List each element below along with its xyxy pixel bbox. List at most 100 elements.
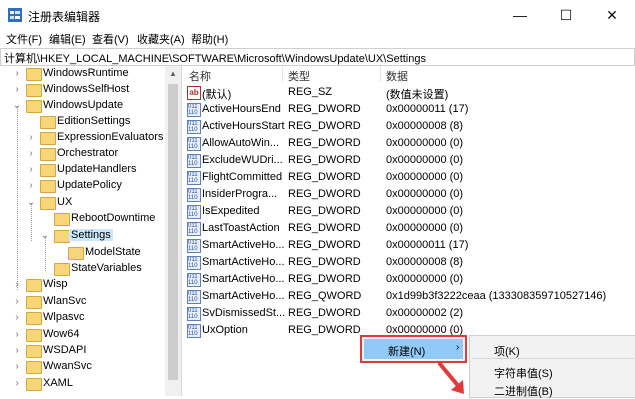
- chevron-right-icon[interactable]: ›: [12, 294, 22, 310]
- chevron-right-icon[interactable]: ›: [26, 130, 36, 146]
- tree-item-statevariables[interactable]: StateVariables: [0, 261, 165, 277]
- menu-edit[interactable]: 编辑(E): [49, 31, 86, 47]
- string-value-icon: ab: [187, 86, 201, 100]
- chevron-right-icon[interactable]: ›: [12, 82, 22, 98]
- column-header-type[interactable]: 类型: [288, 68, 310, 84]
- tree-item-wisp[interactable]: › Wisp: [0, 277, 165, 293]
- value-type: REG_DWORD: [288, 307, 361, 319]
- value-name: FlightCommitted: [202, 171, 283, 183]
- value-name: SmartActiveHo...: [202, 273, 285, 285]
- folder-open-icon: [54, 230, 70, 243]
- maximize-button[interactable]: ☐: [543, 0, 589, 30]
- chevron-right-icon[interactable]: ›: [26, 162, 36, 178]
- binary-value-icon: 011 110: [187, 103, 201, 117]
- value-row[interactable]: 011 110 SmartActiveHo... REG_DWORD 0x000…: [183, 254, 635, 271]
- submenu-item-key[interactable]: 项(K): [494, 343, 520, 359]
- value-name: InsiderProgra...: [202, 188, 278, 200]
- menu-file[interactable]: 文件(F): [6, 31, 42, 47]
- tree-item-label: WindowsRuntime: [43, 67, 129, 79]
- tree-item-modelstate[interactable]: ModelState: [0, 245, 165, 261]
- tree-scrollbar[interactable]: ▲: [165, 66, 181, 396]
- chevron-right-icon[interactable]: ›: [26, 146, 36, 162]
- value-row[interactable]: 011 110 ExcludeWUDri... REG_DWORD 0x0000…: [183, 152, 635, 169]
- folder-icon: [40, 148, 56, 161]
- tree-item-windowsruntime[interactable]: › WindowsRuntime: [0, 66, 165, 82]
- menu-favorites[interactable]: 收藏夹(A): [137, 31, 185, 47]
- binary-value-icon: 011 110: [187, 307, 201, 321]
- value-row[interactable]: 011 110 AllowAutoWin... REG_DWORD 0x0000…: [183, 135, 635, 152]
- chevron-right-icon[interactable]: ›: [26, 178, 36, 194]
- column-header-name[interactable]: 名称: [189, 68, 211, 84]
- chevron-right-icon[interactable]: ›: [12, 277, 22, 293]
- annotation-arrow-icon: [438, 362, 464, 394]
- scrollbar-thumb[interactable]: [168, 84, 178, 380]
- tree-item-updatepolicy[interactable]: › UpdatePolicy: [0, 178, 165, 194]
- folder-icon: [26, 312, 42, 325]
- tree-item-wsdapi[interactable]: › WSDAPI: [0, 343, 165, 359]
- tree-item-expressionevaluators[interactable]: › ExpressionEvaluators: [0, 130, 165, 146]
- chevron-right-icon[interactable]: ›: [12, 310, 22, 326]
- address-bar[interactable]: 计算机\HKEY_LOCAL_MACHINE\SOFTWARE\Microsof…: [0, 48, 635, 66]
- tree-item-windowsupdate[interactable]: ⌄ WindowsUpdate: [0, 98, 165, 114]
- tree-item-settings[interactable]: ⌄ Settings: [0, 228, 165, 244]
- chevron-down-icon[interactable]: ⌄: [40, 228, 50, 244]
- chevron-right-icon[interactable]: ›: [12, 376, 22, 392]
- value-row[interactable]: 011 110 LastToastAction REG_DWORD 0x0000…: [183, 220, 635, 237]
- value-name: AllowAutoWin...: [202, 137, 280, 149]
- tree-item-wlpasvc[interactable]: › Wlpasvc: [0, 310, 165, 326]
- value-data: 0x1d99b3f3222ceaa (133308359710527146): [386, 290, 607, 302]
- value-name: SmartActiveHo...: [202, 239, 285, 251]
- value-row[interactable]: 011 110 SmartActiveHo... REG_DWORD 0x000…: [183, 271, 635, 288]
- tree-item-wow64[interactable]: › Wow64: [0, 327, 165, 343]
- value-name: (默认): [202, 89, 232, 101]
- menu-help[interactable]: 帮助(H): [191, 31, 228, 47]
- value-row[interactable]: 011 110 SmartActiveHo... REG_QWORD 0x1d9…: [183, 288, 635, 305]
- folder-icon: [26, 279, 42, 292]
- value-data: 0x00000002 (2): [386, 307, 464, 319]
- tree-item-windowsselfhost[interactable]: › WindowsSelfHost: [0, 82, 165, 98]
- chevron-right-icon[interactable]: ›: [12, 359, 22, 375]
- tree-item-updatehandlers[interactable]: › UpdateHandlers: [0, 162, 165, 178]
- value-row[interactable]: 011 110 SvDismissedSt... REG_DWORD 0x000…: [183, 305, 635, 322]
- minimize-button[interactable]: —: [497, 0, 543, 30]
- chevron-right-icon[interactable]: ›: [12, 327, 22, 343]
- submenu-arrow-icon: ›: [456, 342, 460, 353]
- tree-item-label: Settings: [69, 229, 113, 241]
- tree-item-ux[interactable]: ⌄ UX: [0, 195, 165, 211]
- close-button[interactable]: ✕: [589, 0, 635, 30]
- binary-value-icon: 011 110: [187, 137, 201, 151]
- chevron-right-icon[interactable]: ›: [12, 66, 22, 82]
- value-row[interactable]: ab (默认) REG_SZ (数值未设置): [183, 84, 635, 101]
- column-divider[interactable]: [282, 66, 283, 82]
- column-header-data[interactable]: 数据: [386, 68, 408, 84]
- value-row[interactable]: 011 110 SmartActiveHo... REG_DWORD 0x000…: [183, 237, 635, 254]
- tree-item-rebootdowntime[interactable]: RebootDowntime: [0, 211, 165, 227]
- value-row[interactable]: 011 110 ActiveHoursEnd REG_DWORD 0x00000…: [183, 101, 635, 118]
- value-row[interactable]: 011 110 IsExpedited REG_DWORD 0x00000000…: [183, 203, 635, 220]
- address-path: 计算机\HKEY_LOCAL_MACHINE\SOFTWARE\Microsof…: [4, 53, 426, 65]
- binary-value-icon: 011 110: [187, 188, 201, 202]
- submenu-item-binary-value[interactable]: 二进制值(B): [494, 383, 553, 399]
- value-type: REG_DWORD: [288, 137, 361, 149]
- new-menu-label[interactable]: 新建(N): [388, 343, 425, 359]
- tree-item-wlansvc[interactable]: › WlanSvc: [0, 294, 165, 310]
- scroll-up-arrow-icon[interactable]: ▲: [165, 66, 181, 82]
- value-row[interactable]: 011 110 FlightCommitted REG_DWORD 0x0000…: [183, 169, 635, 186]
- chevron-down-icon[interactable]: ⌄: [26, 195, 36, 211]
- value-data: 0x00000008 (8): [386, 120, 464, 132]
- folder-icon: [40, 197, 56, 210]
- value-row[interactable]: 011 110 InsiderProgra... REG_DWORD 0x000…: [183, 186, 635, 203]
- tree-item-label: EditionSettings: [57, 115, 131, 127]
- new-submenu: 项(K) 字符串值(S) 二进制值(B): [469, 335, 635, 398]
- chevron-right-icon[interactable]: ›: [12, 343, 22, 359]
- column-divider[interactable]: [380, 66, 381, 82]
- chevron-down-icon[interactable]: ⌄: [12, 98, 22, 114]
- submenu-item-string-value[interactable]: 字符串值(S): [494, 365, 553, 381]
- value-data: 0x00000000 (0): [386, 171, 464, 183]
- tree-item-orchestrator[interactable]: › Orchestrator: [0, 146, 165, 162]
- menu-view[interactable]: 查看(V): [92, 31, 129, 47]
- tree-item-xaml[interactable]: › XAML: [0, 376, 165, 392]
- tree-item-wwansvc[interactable]: › WwanSvc: [0, 359, 165, 375]
- tree-item-editionsettings[interactable]: EditionSettings: [0, 114, 165, 130]
- value-row[interactable]: 011 110 ActiveHoursStart REG_DWORD 0x000…: [183, 118, 635, 135]
